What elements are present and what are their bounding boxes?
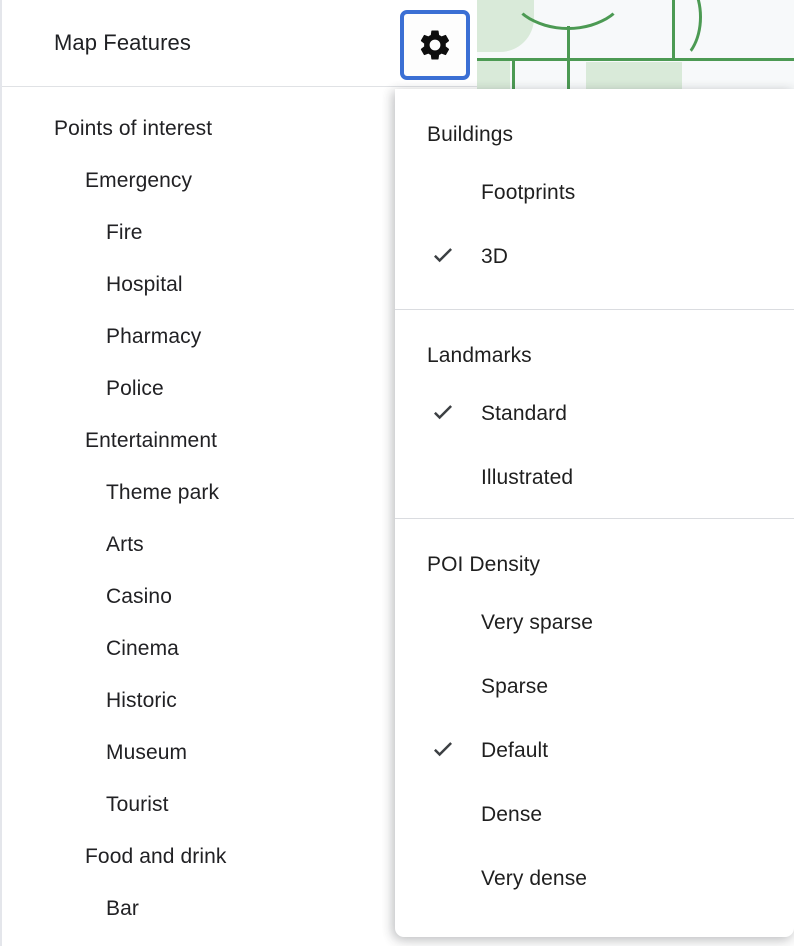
tree-item-label: Tourist (106, 793, 169, 816)
menu-item-label: Very dense (481, 867, 588, 890)
menu-section-header: POI Density (427, 553, 541, 576)
check-icon (427, 735, 459, 767)
menu-item-default[interactable]: Default (395, 719, 794, 783)
page-title: Map Features (54, 30, 191, 55)
menu-section-header: Landmarks (427, 344, 532, 367)
tree-item-label: Fire (106, 221, 143, 244)
check-icon-placeholder (427, 799, 459, 831)
menu-section-poi-density: POI Density Very sparse Sparse Default D… (395, 519, 794, 911)
tree-item-label: Casino (106, 585, 172, 608)
tree-item-label: Arts (106, 533, 144, 556)
menu-item-sparse[interactable]: Sparse (395, 655, 794, 719)
check-icon-placeholder (427, 462, 459, 494)
tree-item-label: Historic (106, 689, 177, 712)
settings-gear-button[interactable] (400, 10, 470, 80)
check-icon-placeholder (427, 607, 459, 639)
gear-icon (417, 27, 453, 63)
tree-item-label: Police (106, 377, 164, 400)
menu-item-dense[interactable]: Dense (395, 783, 794, 847)
menu-section-buildings: Buildings Footprints 3D (395, 89, 794, 301)
menu-item-standard[interactable]: Standard (395, 382, 794, 446)
menu-item-very-dense[interactable]: Very dense (395, 847, 794, 911)
menu-item-label: Sparse (481, 675, 549, 698)
map-road-horizontal (476, 58, 794, 61)
map-canvas[interactable] (476, 0, 794, 92)
check-icon-placeholder (427, 177, 459, 209)
menu-section-header: Buildings (427, 123, 514, 146)
panel-header: Map Features (2, 0, 477, 87)
tree-item-label: Points of interest (54, 117, 213, 140)
check-icon-placeholder (427, 671, 459, 703)
menu-item-footprints[interactable]: Footprints (395, 161, 794, 225)
menu-item-label: Footprints (481, 181, 576, 204)
menu-section-landmarks: Landmarks Standard Illustrated (395, 310, 794, 510)
tree-item-label: Food and drink (85, 845, 227, 868)
map-park-area (586, 62, 682, 92)
menu-item-label: Illustrated (481, 466, 574, 489)
tree-item-label: Museum (106, 741, 188, 764)
menu-item-label: Dense (481, 803, 543, 826)
menu-item-label: Default (481, 739, 549, 762)
menu-item-label: Standard (481, 402, 568, 425)
menu-item-very-sparse[interactable]: Very sparse (395, 591, 794, 655)
tree-item-label: Emergency (85, 169, 193, 192)
tree-item-label: Hospital (106, 273, 183, 296)
tree-item-label: Theme park (106, 481, 220, 504)
tree-item-label: Entertainment (85, 429, 218, 452)
map-settings-menu: Buildings Footprints 3D Landmarks Standa… (395, 89, 794, 937)
menu-item-3d[interactable]: 3D (395, 225, 794, 289)
check-icon-placeholder (427, 863, 459, 895)
tree-item-label: Bar (106, 897, 139, 920)
check-icon (427, 241, 459, 273)
tree-item-label: Cinema (106, 637, 179, 660)
check-icon (427, 398, 459, 430)
tree-item-label: Pharmacy (106, 325, 202, 348)
map-road-vertical (512, 58, 515, 92)
map-road-vertical (672, 0, 675, 60)
menu-item-label: Very sparse (481, 611, 593, 634)
map-park-area (476, 58, 510, 92)
menu-item-illustrated[interactable]: Illustrated (395, 446, 794, 510)
